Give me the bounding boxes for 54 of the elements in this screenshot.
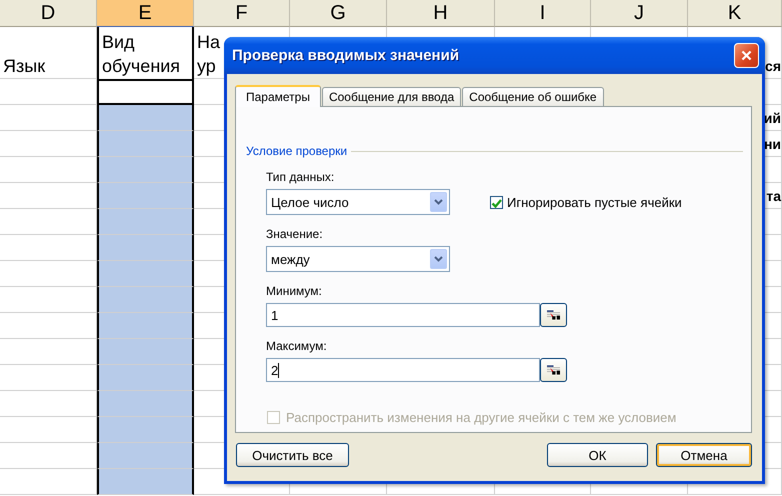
column-header[interactable]: J xyxy=(591,0,688,27)
selected-cell[interactable] xyxy=(97,105,194,131)
cell-text: Язык xyxy=(3,55,46,78)
field-label: Значение: xyxy=(266,227,324,242)
column-header[interactable]: D xyxy=(0,0,97,27)
dialog-button[interactable]: Отмена xyxy=(656,443,752,467)
selected-cell[interactable] xyxy=(97,157,194,183)
selected-cell[interactable] xyxy=(97,365,194,391)
dropdown[interactable]: между xyxy=(266,246,450,272)
field-label: Минимум: xyxy=(266,284,323,299)
dialog-button[interactable]: ОК xyxy=(547,443,648,467)
window-title: Проверка вводимых значений xyxy=(232,47,460,64)
dropdown[interactable]: Целое число xyxy=(266,189,450,215)
selected-cell[interactable] xyxy=(97,235,194,261)
input-field[interactable]: 1 xyxy=(266,303,540,327)
dialog-button[interactable]: Очистить все xyxy=(236,443,349,467)
checkmark-icon xyxy=(491,198,502,208)
range-select-button[interactable] xyxy=(540,303,567,327)
tab[interactable]: Параметры xyxy=(235,85,321,107)
selected-cell[interactable] xyxy=(97,209,194,235)
selected-cell[interactable] xyxy=(97,417,194,443)
column-header[interactable]: G xyxy=(290,0,387,27)
range-select-icon xyxy=(547,363,560,377)
selected-cell[interactable] xyxy=(97,261,194,287)
cell-text: ур xyxy=(197,55,216,78)
selected-cell[interactable] xyxy=(97,313,194,339)
cell-text: обучения xyxy=(102,55,180,78)
range-select-icon xyxy=(547,308,560,322)
cell-text: ся xyxy=(765,57,781,76)
column-header[interactable]: F xyxy=(194,0,290,27)
checkbox[interactable]: Игнорировать пустые ячейки xyxy=(490,194,682,210)
selected-cell[interactable] xyxy=(97,443,194,469)
group-label: Условие проверки xyxy=(246,144,348,158)
column-header[interactable]: E xyxy=(97,0,194,27)
selected-cell[interactable] xyxy=(97,391,194,417)
column-header[interactable]: H xyxy=(387,0,495,27)
selected-cell[interactable] xyxy=(97,287,194,313)
selected-cell[interactable] xyxy=(97,339,194,365)
tab[interactable]: Сообщение для ввода xyxy=(322,87,462,106)
column-header[interactable]: K xyxy=(688,0,782,27)
active-cell[interactable] xyxy=(97,79,194,105)
input-field[interactable]: 2 xyxy=(266,358,540,382)
selected-cell[interactable] xyxy=(97,183,194,209)
field-label: Максимум: xyxy=(266,339,328,354)
column-header[interactable]: I xyxy=(495,0,591,27)
cell-text: На xyxy=(197,31,220,54)
field-label: Тип данных: xyxy=(266,170,336,185)
selected-cell[interactable] xyxy=(97,469,194,495)
range-select-button[interactable] xyxy=(540,358,567,382)
close-button[interactable] xyxy=(734,43,759,68)
close-icon xyxy=(741,48,752,63)
selected-cell[interactable] xyxy=(97,131,194,157)
cell-text: Вид xyxy=(102,31,135,54)
tab[interactable]: Сообщение об ошибке xyxy=(462,87,604,106)
